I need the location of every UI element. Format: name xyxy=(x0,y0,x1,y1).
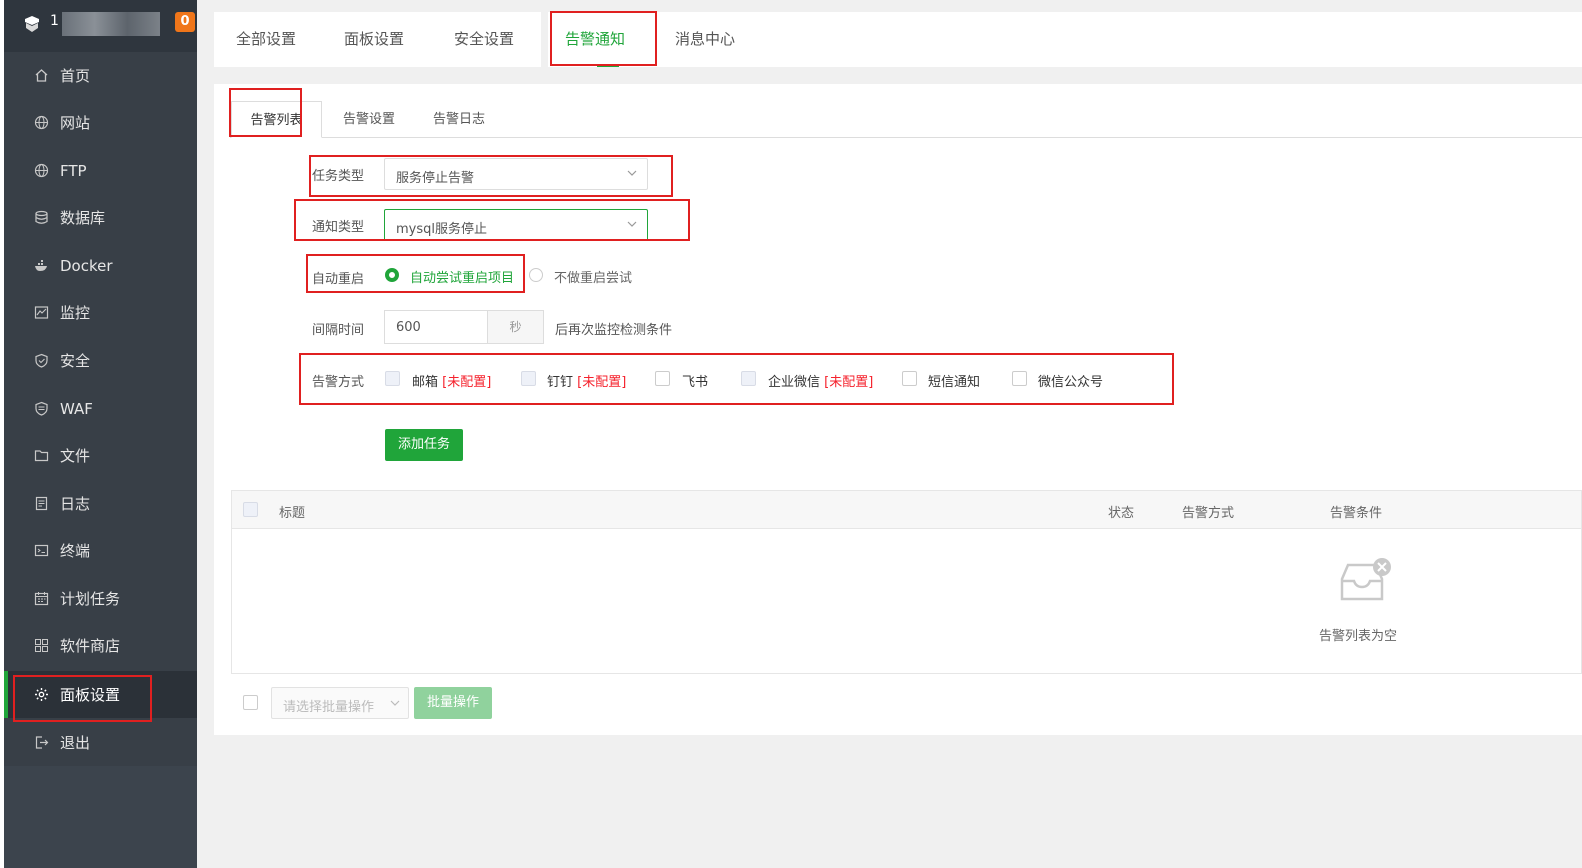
sidebar-item-label: 日志 xyxy=(60,495,91,513)
bt-logo-icon xyxy=(25,16,39,32)
username[interactable]: 1 xyxy=(50,13,59,29)
empty-list-icon xyxy=(1340,558,1391,601)
settings-tabs: 全部设置 面板设置 安全设置 告警通知 消息中心 xyxy=(214,12,1582,67)
sidebar-item-security[interactable]: 安全 xyxy=(4,337,197,384)
interval-value: 600 xyxy=(396,320,421,335)
sidebar-item-home[interactable]: 首页 xyxy=(4,52,197,99)
tab-alert-settings[interactable]: 告警设置 xyxy=(326,101,412,138)
sidebar-item-terminal[interactable]: 终端 xyxy=(4,527,197,574)
column-alert-method[interactable]: 告警方式 xyxy=(1182,502,1234,521)
sidebar-item-label: 终端 xyxy=(60,542,91,560)
restart-off-radio[interactable] xyxy=(529,268,543,282)
sidebar-header: 1 0 xyxy=(4,0,197,52)
docker-icon xyxy=(34,258,49,273)
sidebar-item-label: 网站 xyxy=(60,114,91,132)
sidebar-item-label: 首页 xyxy=(60,67,91,85)
sidebar-footer xyxy=(4,766,197,868)
annotation-box xyxy=(13,675,152,722)
restart-off-label[interactable]: 不做重启尝试 xyxy=(554,267,632,286)
annotation-box xyxy=(294,199,690,241)
interval-input[interactable]: 600 xyxy=(384,310,488,344)
logout-icon xyxy=(34,735,49,750)
sidebar-menu: 首页 网站 FTP 数据库 Docker 监控 安全 WAF 文件 日志 终端 … xyxy=(4,52,197,766)
home-icon xyxy=(34,68,49,83)
username-blurred xyxy=(62,12,160,36)
annotation-box xyxy=(309,155,673,197)
tab-separator xyxy=(541,12,548,67)
column-alert-condition[interactable]: 告警条件 xyxy=(1330,502,1382,521)
tab-security-settings[interactable]: 安全设置 xyxy=(454,12,514,67)
sidebar-item-monitor[interactable]: 监控 xyxy=(4,289,197,336)
chevron-down-icon xyxy=(390,700,400,706)
bulk-select-checkbox[interactable] xyxy=(243,695,258,710)
interval-suffix: 后再次监控检测条件 xyxy=(555,323,673,338)
sidebar-item-waf[interactable]: WAF xyxy=(4,385,197,432)
alert-table: 标题 状态 告警方式 告警条件 告警列表为空 xyxy=(231,490,1582,674)
annotation-box xyxy=(229,88,302,137)
tab-all-settings[interactable]: 全部设置 xyxy=(236,12,296,67)
monitor-icon xyxy=(34,305,49,320)
interval-unit: 秒 xyxy=(487,310,544,344)
sidebar-item-label: 数据库 xyxy=(60,209,106,227)
sidebar-item-label: 计划任务 xyxy=(60,590,121,608)
empty-list-text: 告警列表为空 xyxy=(1319,629,1398,644)
annotation-box xyxy=(550,11,657,66)
bulk-action-placeholder: 请选择批量操作 xyxy=(283,700,375,715)
select-all-checkbox[interactable] xyxy=(243,502,258,517)
table-header: 标题 状态 告警方式 告警条件 xyxy=(232,491,1581,529)
notification-badge[interactable]: 0 xyxy=(175,12,195,32)
globe-icon xyxy=(34,163,49,178)
column-status[interactable]: 状态 xyxy=(1108,502,1134,521)
add-task-button[interactable]: 添加任务 xyxy=(385,429,463,461)
sidebar-item-label: 文件 xyxy=(60,447,91,465)
sidebar-item-docker[interactable]: Docker xyxy=(4,242,197,289)
sidebar-item-logs[interactable]: 日志 xyxy=(4,480,197,527)
bulk-action-select[interactable]: 请选择批量操作 xyxy=(271,687,409,719)
folder-icon xyxy=(34,448,49,463)
sidebar-item-ftp[interactable]: FTP xyxy=(4,147,197,194)
shield-icon xyxy=(34,353,49,368)
sidebar-item-cron[interactable]: 计划任务 xyxy=(4,575,197,622)
sidebar-item-label: Docker xyxy=(60,256,113,275)
database-icon xyxy=(34,210,49,225)
sidebar-item-label: 软件商店 xyxy=(60,637,121,655)
sidebar-item-label: WAF xyxy=(60,399,93,418)
sidebar-item-logout[interactable]: 退出 xyxy=(4,719,197,766)
terminal-icon xyxy=(34,543,49,558)
calendar-icon xyxy=(34,591,49,606)
sidebar-item-files[interactable]: 文件 xyxy=(4,432,197,479)
tab-alert-log[interactable]: 告警日志 xyxy=(416,101,502,138)
sidebar-item-label: 安全 xyxy=(60,352,91,370)
sidebar-item-website[interactable]: 网站 xyxy=(4,99,197,146)
annotation-box xyxy=(299,353,1174,405)
sidebar-item-label: 监控 xyxy=(60,304,91,322)
tab-panel-settings[interactable]: 面板设置 xyxy=(344,12,404,67)
log-icon xyxy=(34,496,49,511)
sidebar-item-database[interactable]: 数据库 xyxy=(4,194,197,241)
sidebar: 1 0 首页 网站 FTP 数据库 Docker 监控 安全 WAF 文件 日志… xyxy=(0,0,197,868)
sidebar-item-app-store[interactable]: 软件商店 xyxy=(4,622,197,669)
bulk-action-button[interactable]: 批量操作 xyxy=(414,687,492,719)
sidebar-item-label: FTP xyxy=(60,161,87,180)
interval-label: 间隔时间 xyxy=(312,323,365,338)
globe-icon xyxy=(34,115,49,130)
column-title[interactable]: 标题 xyxy=(279,502,305,521)
tab-message-center[interactable]: 消息中心 xyxy=(675,12,735,67)
annotation-box xyxy=(306,254,525,293)
waf-shield-icon xyxy=(34,401,49,416)
apps-icon xyxy=(34,638,49,653)
sidebar-item-label: 退出 xyxy=(60,734,91,752)
